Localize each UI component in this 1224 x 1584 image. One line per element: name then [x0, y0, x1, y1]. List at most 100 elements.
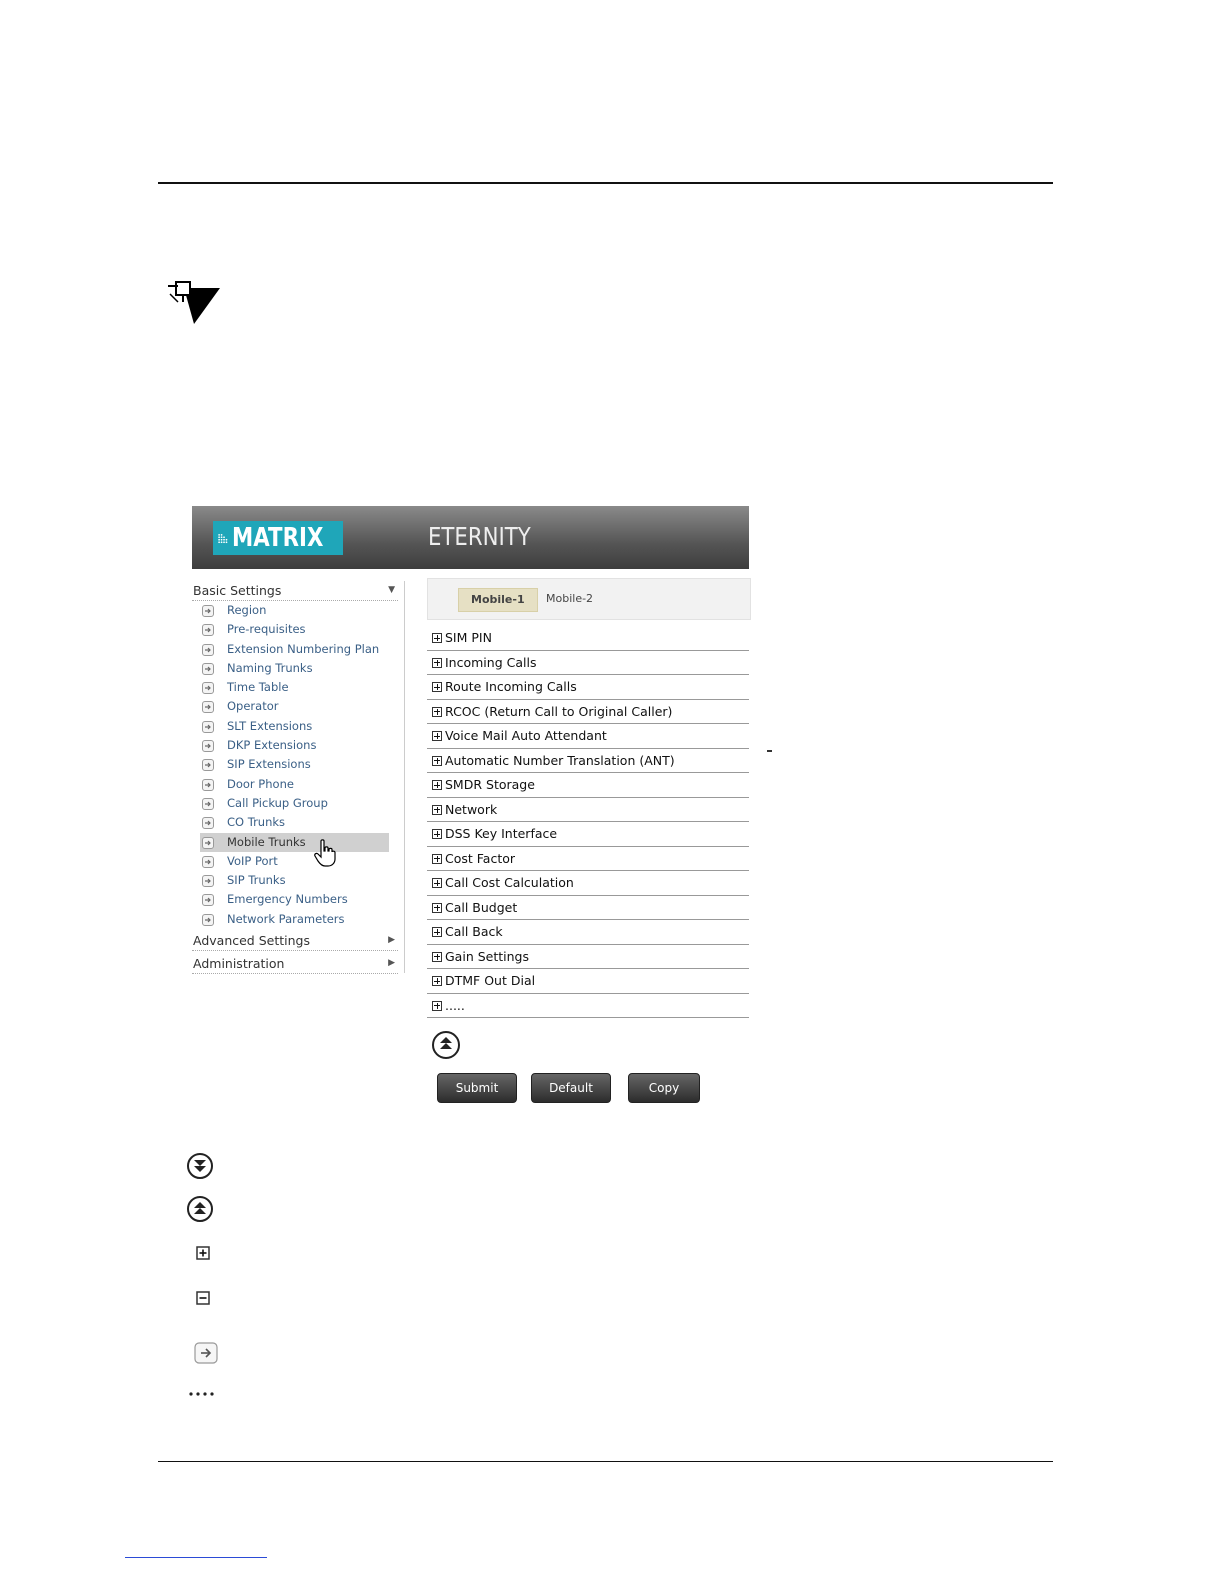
sidebar-nav-list: Region Pre-requisites Extension Numbering … — [192, 601, 398, 929]
tab-bar: Mobile-1 Mobile-2 — [427, 578, 751, 620]
settings-row[interactable]: SMDR Storage — [427, 773, 749, 798]
plus-box-icon[interactable] — [432, 878, 442, 888]
sidebar-item-co-trunks[interactable]: CO Trunks — [200, 813, 389, 832]
arrow-right-box-icon — [202, 643, 214, 656]
settings-row-label: Cost Factor — [445, 850, 516, 866]
sidebar-item-label: Extension Numbering Plan — [227, 641, 380, 656]
settings-row-label: Gain Settings — [445, 948, 529, 964]
settings-row[interactable]: DSS Key Interface — [427, 822, 749, 847]
plus-box-icon[interactable] — [432, 755, 442, 766]
arrow-right-box-icon — [202, 836, 214, 849]
web-ui-screenshot: MATRIX ETERNITY Basic Settings ▼ Region P… — [192, 506, 751, 1116]
default-button[interactable]: Default — [531, 1073, 611, 1103]
plus-box-icon[interactable] — [432, 706, 442, 717]
sidebar-item-label: Time Table — [227, 680, 289, 695]
sidebar-item-label: Network Parameters — [227, 911, 345, 926]
sidebar-section-basic-settings[interactable]: Basic Settings ▼ — [192, 581, 398, 601]
settings-row-label: Voice Mail Auto Attendant — [445, 728, 607, 743]
brand-name: MATRIX — [231, 523, 323, 553]
plus-box-icon[interactable] — [432, 633, 442, 643]
plus-box-icon[interactable] — [432, 853, 442, 864]
settings-row[interactable]: DTMF Out Dial — [427, 969, 749, 994]
arrow-right-box-icon — [202, 740, 214, 753]
submit-button[interactable]: Submit — [437, 1073, 517, 1103]
tab-mobile-1[interactable]: Mobile-1 — [458, 588, 538, 612]
footer-link-underline — [125, 1557, 267, 1558]
section-title: Advanced Settings — [193, 933, 310, 949]
plus-box-icon[interactable] — [432, 829, 442, 839]
settings-row[interactable]: Incoming Calls — [427, 651, 749, 675]
sidebar-section-administration[interactable]: Administration ▶ — [192, 954, 398, 975]
plus-box-icon[interactable] — [432, 951, 442, 962]
plus-box-icon[interactable] — [432, 682, 442, 692]
settings-row[interactable]: Call Cost Calculation — [427, 871, 749, 896]
settings-row-label: DTMF Out Dial — [445, 973, 536, 988]
header-rule — [158, 182, 1053, 184]
sidebar-item-sip-extensions[interactable]: SIP Extensions — [200, 755, 389, 774]
stray-mark — [767, 750, 772, 752]
sidebar-item-time-table[interactable]: Time Table — [200, 678, 389, 697]
sidebar-item-extension-numbering-plan[interactable]: Extension Numbering Plan — [200, 640, 389, 659]
settings-row[interactable]: Call Budget — [427, 896, 749, 920]
sidebar-item-network-parameters[interactable]: Network Parameters — [200, 910, 389, 929]
arrow-right-box-icon — [202, 662, 214, 675]
plus-box-icon[interactable] — [432, 657, 442, 668]
settings-row[interactable]: Gain Settings — [427, 945, 749, 969]
sidebar-item-region[interactable]: Region — [200, 601, 389, 620]
hand-cursor-icon — [314, 839, 336, 867]
settings-row-label: SMDR Storage — [445, 777, 535, 792]
plus-box-icon[interactable] — [432, 1000, 442, 1011]
sidebar-item-mobile-trunks[interactable]: Mobile Trunks — [200, 832, 389, 852]
collapse-all-icon — [187, 1153, 213, 1179]
settings-row[interactable]: Network — [427, 798, 749, 822]
arrow-right-box-icon — [194, 1342, 218, 1364]
sidebar-item-door-phone[interactable]: Door Phone — [200, 775, 389, 794]
sidebar-item-label: SLT Extensions — [227, 718, 313, 733]
sidebar-item-operator[interactable]: Operator — [200, 697, 389, 716]
plus-box-icon[interactable] — [432, 927, 442, 937]
settings-row[interactable]: Cost Factor — [427, 847, 749, 871]
brand-logo: MATRIX — [213, 521, 343, 555]
caret-right-icon: ▶ — [388, 958, 395, 969]
minus-box-icon — [196, 1291, 210, 1305]
logo-dots-icon — [218, 533, 228, 544]
arrow-right-box-icon — [202, 701, 214, 714]
sidebar-item-slt-extensions[interactable]: SLT Extensions — [200, 717, 389, 736]
product-name: ETERNITY — [428, 522, 531, 551]
expand-all-icon[interactable] — [431, 1030, 461, 1060]
copy-button[interactable]: Copy — [628, 1073, 700, 1103]
sidebar-item-dkp-extensions[interactable]: DKP Extensions — [200, 736, 389, 755]
plus-box-icon[interactable] — [432, 780, 442, 790]
sidebar-item-voip-port[interactable]: VoIP Port — [200, 852, 389, 871]
sidebar-item-emergency-numbers[interactable]: Emergency Numbers — [200, 890, 389, 909]
sidebar-item-label: VoIP Port — [227, 853, 278, 868]
settings-row[interactable]: Automatic Number Translation (ANT) — [427, 749, 749, 773]
arrow-right-box-icon — [202, 894, 214, 907]
arrow-right-box-icon — [202, 855, 214, 868]
plus-box-icon[interactable] — [432, 976, 442, 986]
tab-mobile-2[interactable]: Mobile-2 — [534, 588, 605, 610]
sidebar-item-sip-trunks[interactable]: SIP Trunks — [200, 871, 389, 890]
caret-down-icon: ▼ — [388, 585, 395, 595]
settings-row[interactable]: SIM PIN — [427, 626, 749, 651]
sidebar-item-call-pickup-group[interactable]: Call Pickup Group — [200, 794, 389, 813]
sidebar-item-label: Naming Trunks — [227, 660, 313, 675]
plus-box-icon[interactable] — [432, 804, 442, 815]
settings-row-label: Call Cost Calculation — [445, 875, 574, 890]
sidebar-item-label: SIP Trunks — [227, 873, 286, 888]
settings-row-label: Route Incoming Calls — [445, 679, 577, 694]
sidebar-section-advanced-settings[interactable]: Advanced Settings ▶ — [192, 931, 398, 952]
sidebar-item-label: CO Trunks — [227, 815, 286, 830]
sidebar-item-label: Region — [227, 603, 267, 617]
sidebar-item-label: Call Pickup Group — [227, 795, 328, 810]
sidebar-item-pre-requisites[interactable]: Pre-requisites — [200, 620, 389, 639]
plus-box-icon[interactable] — [432, 731, 442, 741]
settings-row[interactable]: Voice Mail Auto Attendant — [427, 724, 749, 749]
settings-row[interactable]: RCOC (Return Call to Original Caller) — [427, 700, 749, 724]
arrow-right-box-icon — [202, 605, 214, 617]
sidebar-item-naming-trunks[interactable]: Naming Trunks — [200, 659, 389, 678]
settings-row[interactable]: Call Back — [427, 920, 749, 945]
plus-box-icon[interactable] — [432, 902, 442, 913]
settings-row[interactable]: ..... — [427, 994, 749, 1018]
settings-row[interactable]: Route Incoming Calls — [427, 675, 749, 700]
